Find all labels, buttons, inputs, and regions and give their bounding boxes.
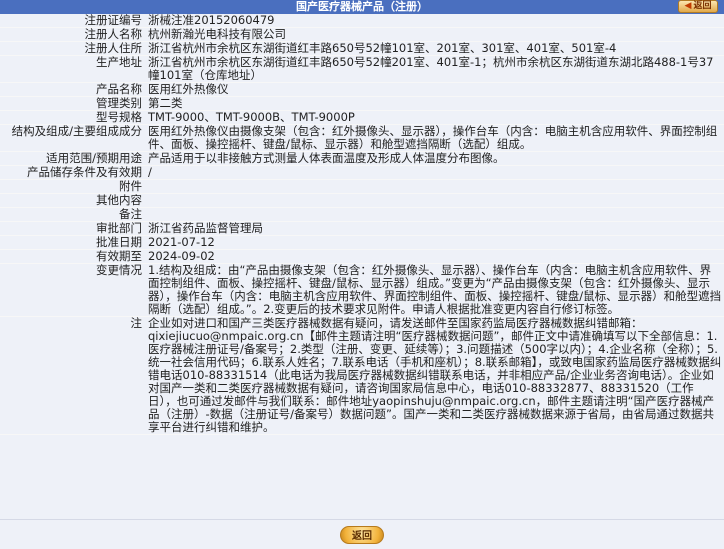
- field-value: 医用红外热像仪: [146, 82, 724, 97]
- detail-row: 管理类别 第二类: [0, 96, 724, 111]
- field-label: 审批部门: [0, 221, 146, 236]
- field-label: 生产地址: [0, 55, 146, 83]
- detail-row: 产品名称 医用红外热像仪: [0, 82, 724, 97]
- page-header: 国产医疗器械产品（注册） ◀ 返回: [0, 0, 724, 14]
- field-label: 注: [0, 316, 146, 435]
- detail-row: 注企业如对进口和国产三类医疗器械数据有疑问，请发送邮件至国家药监局医疗器械数据纠…: [0, 316, 724, 435]
- detail-row: 变更情况 1.结构及组成：由“产品由摄像支架（包含：红外摄像头、显示器）、操作台车…: [0, 263, 724, 317]
- back-button-top-label: 返回: [693, 1, 712, 11]
- detail-row: 备注: [0, 207, 724, 222]
- field-value: 医用红外热像仪由摄像支架（包含：红外摄像头、显示器），操作台车（内含：电脑主机含…: [146, 124, 724, 152]
- detail-row: 注册人住所 浙江省杭州市余杭区东湖街道红丰路650号52幢101室、201室、30…: [0, 41, 724, 56]
- field-value: TMT-9000、TMT-9000B、TMT-9000P: [146, 110, 724, 125]
- detail-row: 注册人名称 杭州新瀚光电科技有限公司: [0, 27, 724, 42]
- field-label: 结构及组成/主要组成成分: [0, 124, 146, 152]
- detail-row: 产品储存条件及有效期 /: [0, 165, 724, 180]
- detail-row: 结构及组成/主要组成成分 医用红外热像仪由摄像支架（包含：红外摄像头、显示器），操…: [0, 124, 724, 152]
- field-value: 1.结构及组成：由“产品由摄像支架（包含：红外摄像头、显示器）、操作台车（内含：…: [146, 263, 724, 317]
- field-label: 型号规格: [0, 110, 146, 125]
- field-label: 产品储存条件及有效期: [0, 165, 146, 180]
- field-label: 有效期至: [0, 249, 146, 264]
- detail-row: 注册证编号 浙械注准20152060479: [0, 14, 724, 28]
- field-value: /: [146, 165, 724, 180]
- detail-content: 注册证编号 浙械注准20152060479 注册人名称 杭州新瀚光电科技有限公司 注册人…: [0, 14, 724, 519]
- field-value: 浙械注准20152060479: [146, 14, 724, 28]
- field-label: 其他内容: [0, 193, 146, 208]
- field-value: 企业如对进口和国产三类医疗器械数据有疑问，请发送邮件至国家药监局医疗器械数据纠错…: [146, 316, 724, 435]
- field-label: 管理类别: [0, 96, 146, 111]
- field-value: 2024-09-02: [146, 249, 724, 264]
- field-label: 产品名称: [0, 82, 146, 97]
- field-label: 备注: [0, 207, 146, 222]
- field-value: 浙江省杭州市余杭区东湖街道红丰路650号52幢101室、201室、301室、40…: [146, 41, 724, 56]
- detail-row: 有效期至 2024-09-02: [0, 249, 724, 264]
- field-label: 批准日期: [0, 235, 146, 250]
- detail-table: 注册证编号 浙械注准20152060479 注册人名称 杭州新瀚光电科技有限公司 注册人…: [0, 14, 724, 435]
- page-title: 国产医疗器械产品（注册）: [296, 0, 428, 13]
- page-footer: 返回: [0, 519, 724, 549]
- field-label: 变更情况: [0, 263, 146, 317]
- field-value: 浙江省杭州市余杭区东湖街道红丰路650号52幢201室、401室-1；杭州市余杭…: [146, 55, 724, 83]
- detail-row: 附件: [0, 179, 724, 194]
- back-arrow-icon: ◀: [684, 1, 692, 11]
- field-value: [146, 193, 724, 208]
- back-button-top[interactable]: ◀ 返回: [678, 0, 718, 13]
- field-value: 2021-07-12: [146, 235, 724, 250]
- field-label: 附件: [0, 179, 146, 194]
- detail-row: 批准日期 2021-07-12: [0, 235, 724, 250]
- field-value: 浙江省药品监督管理局: [146, 221, 724, 236]
- field-label: 注册人名称: [0, 27, 146, 42]
- field-label: 适用范围/预期用途: [0, 151, 146, 166]
- field-value: [146, 179, 724, 194]
- field-label: 注册人住所: [0, 41, 146, 56]
- field-value: 产品适用于以非接触方式测量人体表面温度及形成人体温度分布图像。: [146, 151, 724, 166]
- detail-row: 型号规格 TMT-9000、TMT-9000B、TMT-9000P: [0, 110, 724, 125]
- field-label: 注册证编号: [0, 14, 146, 28]
- detail-row: 审批部门 浙江省药品监督管理局: [0, 221, 724, 236]
- detail-row: 其他内容: [0, 193, 724, 208]
- detail-row: 生产地址 浙江省杭州市余杭区东湖街道红丰路650号52幢201室、401室-1；杭…: [0, 55, 724, 83]
- field-value: 第二类: [146, 96, 724, 111]
- field-value: 杭州新瀚光电科技有限公司: [146, 27, 724, 42]
- field-value: [146, 207, 724, 222]
- detail-row: 适用范围/预期用途 产品适用于以非接触方式测量人体表面温度及形成人体温度分布图像。: [0, 151, 724, 166]
